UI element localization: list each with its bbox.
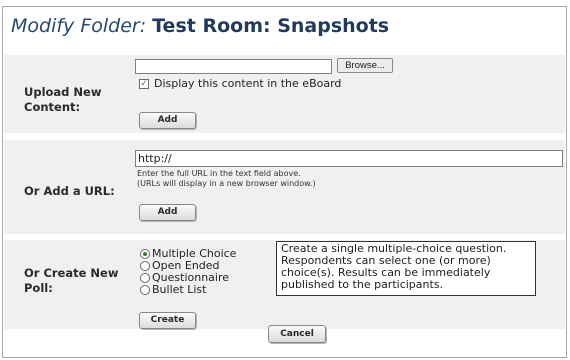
- browse-button[interactable]: Browse...: [337, 58, 393, 73]
- cancel-button[interactable]: Cancel: [268, 325, 326, 343]
- poll-label: Or Create New Poll:: [24, 266, 119, 295]
- poll-option-questionnaire[interactable]: Questionnaire: [140, 267, 229, 283]
- folder-name: Test Room: Snapshots: [152, 15, 390, 37]
- upload-add-button[interactable]: Add: [139, 112, 196, 129]
- display-in-eboard-label: Display this content in the eBoard: [154, 77, 342, 90]
- upload-section: Upload New Content: Browse... ✓ Display …: [4, 55, 565, 133]
- page-title: Modify Folder: Test Room: Snapshots: [11, 12, 389, 40]
- url-add-button[interactable]: Add: [139, 204, 196, 221]
- url-hint: Enter the full URL in the text field abo…: [137, 169, 316, 189]
- url-hint-line-1: Enter the full URL in the text field abo…: [137, 169, 301, 178]
- poll-option-label: Bullet List: [152, 282, 207, 296]
- url-hint-line-2: (URLs will display in a new browser wind…: [137, 179, 316, 188]
- poll-option-bullet-list[interactable]: Bullet List: [140, 279, 206, 295]
- poll-option-open-ended[interactable]: Open Ended: [140, 255, 220, 271]
- poll-description: Create a single multiple-choice question…: [276, 241, 536, 296]
- display-in-eboard-checkbox[interactable]: ✓: [139, 79, 149, 89]
- poll-option-multiple-choice[interactable]: Multiple Choice: [140, 243, 236, 259]
- url-section: Or Add a URL: http:// Enter the full URL…: [4, 140, 565, 234]
- radio-unselected-icon[interactable]: [140, 284, 150, 295]
- file-path-input[interactable]: [135, 59, 332, 74]
- poll-section: Or Create New Poll: Multiple Choice Open…: [4, 240, 565, 329]
- upload-label: Upload New Content:: [24, 85, 102, 114]
- url-label: Or Add a URL:: [24, 184, 115, 198]
- modify-folder-panel: Modify Folder: Test Room: Snapshots Uploa…: [2, 6, 567, 358]
- create-poll-button[interactable]: Create: [139, 312, 196, 329]
- url-input[interactable]: http://: [135, 150, 563, 167]
- title-prefix: Modify Folder:: [11, 15, 147, 37]
